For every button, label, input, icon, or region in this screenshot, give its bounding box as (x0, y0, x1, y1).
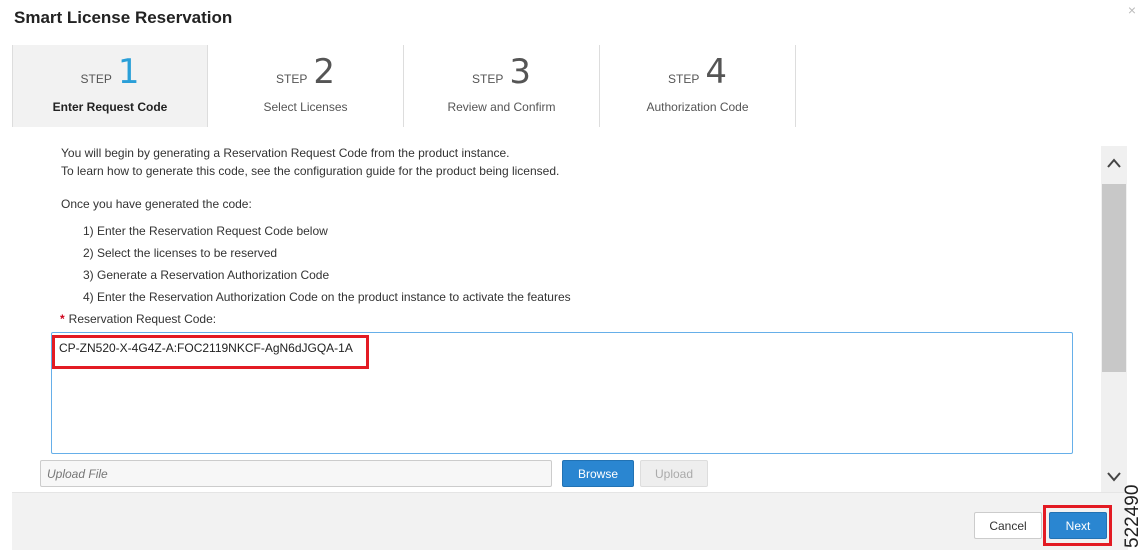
figure-id: 522490 (1122, 484, 1143, 548)
request-code-label: * Reservation Request Code: (60, 312, 216, 326)
dialog-footer: Cancel Next (12, 492, 1128, 550)
upload-file-input[interactable] (40, 460, 552, 487)
cancel-button[interactable]: Cancel (974, 512, 1042, 539)
browse-button[interactable]: Browse (562, 460, 634, 487)
step-label: Select Licenses (263, 100, 348, 114)
required-marker: * (60, 312, 65, 326)
step-4[interactable]: STEP 4 Authorization Code (600, 45, 796, 127)
upload-row: Browse Upload (40, 460, 1110, 488)
step-label: Enter Request Code (52, 100, 168, 114)
intro-line-2: To learn how to generate this code, see … (61, 164, 560, 178)
step-number: 2 (313, 52, 335, 92)
dialog-title: Smart License Reservation (14, 8, 233, 27)
step-label: Review and Confirm (447, 100, 556, 114)
step-word: STEP (276, 72, 308, 86)
close-icon[interactable]: × (1128, 2, 1136, 18)
step-label: Authorization Code (646, 100, 749, 114)
request-code-label-text: Reservation Request Code: (68, 312, 217, 326)
step-content: You will begin by generating a Reservati… (12, 130, 1100, 490)
scroll-thumb[interactable] (1102, 184, 1126, 372)
step-3[interactable]: STEP 3 Review and Confirm (404, 45, 600, 127)
request-code-value: CP-ZN520-X-4G4Z-A:FOC2119NKCF-AgN6dJGQA-… (59, 341, 353, 355)
step-number: 1 (117, 52, 140, 92)
next-button[interactable]: Next (1049, 512, 1107, 539)
step-word: STEP (668, 72, 700, 86)
step-wizard: STEP 1 Enter Request Code STEP 2 Select … (12, 45, 796, 127)
step-word: STEP (472, 72, 504, 86)
scroll-up-icon[interactable] (1101, 146, 1127, 180)
instruction-item: 3) Generate a Reservation Authorization … (83, 268, 330, 282)
step-1[interactable]: STEP 1 Enter Request Code (12, 45, 208, 127)
instruction-item: 1) Enter the Reservation Request Code be… (83, 224, 328, 238)
request-code-textarea[interactable]: CP-ZN520-X-4G4Z-A:FOC2119NKCF-AgN6dJGQA-… (51, 332, 1073, 454)
step-number: 3 (509, 52, 531, 92)
step-word: STEP (80, 72, 112, 86)
step-2[interactable]: STEP 2 Select Licenses (208, 45, 404, 127)
instruction-item: 4) Enter the Reservation Authorization C… (83, 290, 571, 304)
once-generated-text: Once you have generated the code: (61, 197, 252, 211)
instruction-item: 2) Select the licenses to be reserved (83, 246, 278, 260)
upload-button[interactable]: Upload (640, 460, 708, 487)
intro-line-1: You will begin by generating a Reservati… (61, 146, 510, 160)
step-number: 4 (705, 52, 727, 92)
content-scrollbar[interactable] (1101, 146, 1127, 492)
